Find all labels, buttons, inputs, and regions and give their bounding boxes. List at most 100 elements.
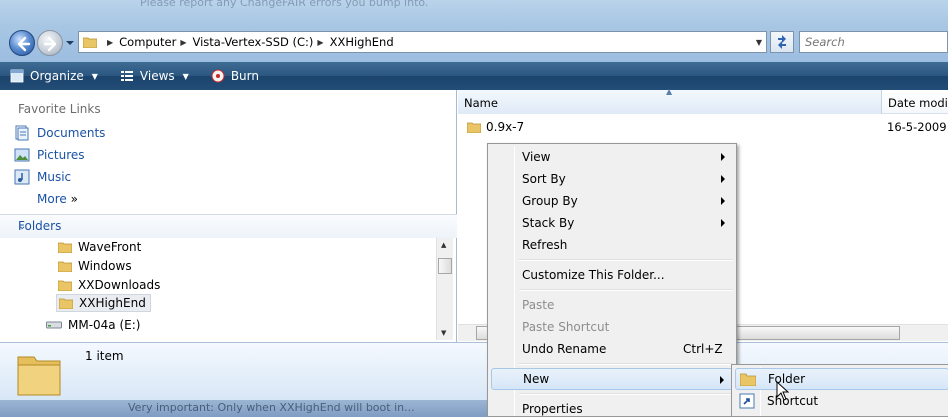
refresh-button[interactable] [770,31,794,53]
menu-separator [519,259,733,261]
menu-item-label: Sort By [522,172,566,186]
views-label: Views [139,69,175,83]
favorite-documents[interactable]: Documents [14,125,105,141]
pictures-icon [14,148,30,162]
back-button[interactable] [9,30,35,56]
menu-item-refresh[interactable]: Refresh [491,234,733,256]
background-text-line: Very important: Only when XXHighEnd will… [128,401,415,414]
folder-icon [58,242,72,253]
menu-item-sort-by[interactable]: Sort By [491,168,733,190]
folder-icon [467,122,481,133]
background-text-line: Please report any ChangeFAIR errors you … [140,0,429,9]
submenu-arrow-icon [721,219,725,227]
background-window-text: Please report any ChangeFAIR errors you … [140,0,948,26]
mouse-cursor-icon [776,381,790,401]
documents-icon [15,125,29,141]
menu-item-customize[interactable]: Customize This Folder... [491,264,733,286]
menu-item-stack-by[interactable]: Stack By [491,212,733,234]
breadcrumb-computer[interactable]: Computer [119,35,176,49]
file-row[interactable]: 0.9x-7 16-5-2009 1 [458,118,948,136]
tree-item-label: WaveFront [78,240,142,254]
refresh-icon [778,35,786,49]
tree-item-label: XXHighEnd [79,296,146,310]
burn-button[interactable]: Burn [211,69,259,83]
folder-large-icon [17,356,61,396]
burn-icon [211,69,225,83]
submenu-item-folder[interactable]: Folder [735,368,948,390]
column-header-label: Name [464,96,498,110]
submenu-arrow-icon [721,197,725,205]
menu-item-paste[interactable]: Paste [491,294,733,316]
menu-item-label: Stack By [522,216,575,230]
menu-item-paste-shortcut[interactable]: Paste Shortcut [491,316,733,338]
title-bar: Please report any ChangeFAIR errors you … [0,0,948,62]
context-menu: View Sort By Group By Stack By Refresh C… [487,143,737,417]
menu-item-label: Customize This Folder... [522,268,665,282]
organize-button[interactable]: Organize ▼ [10,69,98,83]
views-button[interactable]: Views ▼ [120,69,189,83]
favorite-label: Pictures [37,148,85,162]
menu-item-new[interactable]: New [491,368,733,390]
submenu-item-label: Shortcut [767,394,819,408]
scrollbar-thumb[interactable] [438,258,452,274]
menu-item-label: Group By [522,194,578,208]
folders-header[interactable]: Folders ⌄ [0,214,457,238]
file-date: 16-5-2009 1 [887,120,948,134]
submenu-item-shortcut[interactable]: Shortcut [735,390,948,412]
organize-icon [10,69,24,83]
menu-item-view[interactable]: View [491,146,733,168]
tree-item-xxhighend[interactable]: XXHighEnd [56,294,151,312]
folders-scrollbar[interactable]: ▲ ▼ [436,238,453,340]
favorite-label: Documents [37,126,106,140]
chevron-down-icon: ⌄ [18,221,27,232]
tree-item-windows[interactable]: Windows [56,257,136,275]
menu-separator [519,393,733,395]
burn-label: Burn [230,69,259,83]
chevron-down-icon: ▼ [182,71,189,81]
sort-ascending-icon: ▲ [666,87,673,96]
views-icon [120,71,133,81]
forward-button[interactable] [37,30,63,56]
favorite-pictures[interactable]: Pictures [14,147,85,163]
address-bar[interactable]: ▶ Computer ▶ Vista-Vertex-SSD (C:) ▶ XXHigh… [78,31,767,53]
tree-item-label: XXDownloads [78,278,161,292]
folder-icon [58,280,72,291]
menu-item-shortcut: Ctrl+Z [683,342,723,356]
breadcrumb[interactable]: ▶ Computer [103,35,176,49]
scroll-down-icon[interactable]: ▼ [441,329,446,337]
tree-item-wavefront[interactable]: WaveFront [56,238,145,256]
recent-pages-dropdown-icon[interactable] [65,38,75,48]
chevron-down-icon: ▼ [91,71,98,81]
more-label: More [37,192,67,206]
menu-separator [519,289,733,291]
forward-arrow-icon [43,36,57,52]
column-header-name[interactable]: Name ▲ [458,87,882,114]
favorite-music[interactable]: Music [14,169,71,185]
tree-item-label: MM-04a (E:) [68,318,141,332]
music-icon [14,169,30,185]
favorite-links-heading: Favorite Links [18,102,101,116]
menu-item-label: Properties [522,402,583,416]
breadcrumb-folder[interactable]: XXHighEnd [330,35,394,49]
navigation-pane: Favorite Links Documents Pictures Music … [0,90,457,342]
scroll-up-icon[interactable]: ▲ [441,241,446,249]
menu-item-properties[interactable]: Properties [491,398,733,417]
tree-item-drive-e[interactable]: MM-04a (E:) [44,316,144,334]
breadcrumb-drive[interactable]: Vista-Vertex-SSD (C:) [192,35,313,49]
more-favorites-link[interactable]: More » [37,192,78,206]
search-input[interactable] [799,31,948,53]
column-header-date[interactable]: Date modif [882,90,948,114]
organize-label: Organize [30,69,84,83]
favorite-label: Music [37,170,72,184]
address-dropdown-icon[interactable]: ▼ [756,38,762,47]
tree-item-xxdownloads[interactable]: XXDownloads [56,276,164,294]
breadcrumb[interactable]: ▶ Vista-Vertex-SSD (C:) [176,35,313,49]
column-header-row: Name ▲ Date modif [458,87,948,114]
menu-item-undo-rename[interactable]: Undo Rename Ctrl+Z [491,338,733,360]
menu-item-label: New [523,372,550,386]
breadcrumb[interactable]: ▶ XXHighEnd [313,35,393,49]
folder-icon [740,373,756,386]
menu-item-group-by[interactable]: Group By [491,190,733,212]
folder-icon [58,261,72,272]
back-arrow-icon [17,36,31,52]
